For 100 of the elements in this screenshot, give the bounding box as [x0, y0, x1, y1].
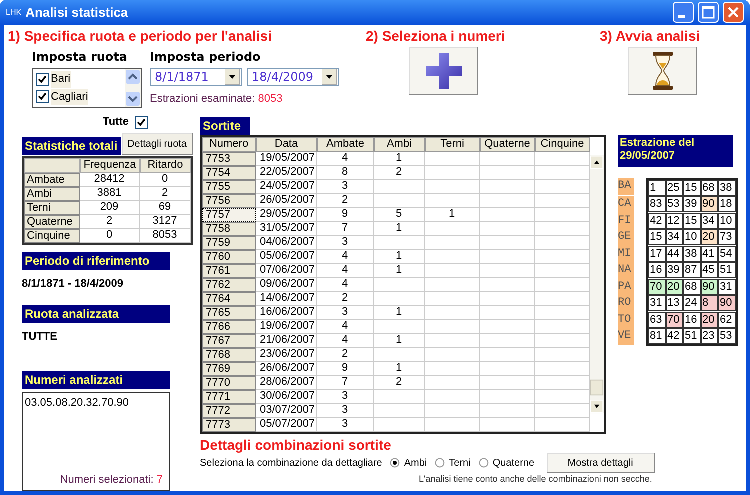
- row-header[interactable]: 7768: [202, 348, 256, 362]
- wheel-details-button[interactable]: Dettagli ruota: [122, 133, 193, 155]
- table-cell: 4: [317, 320, 374, 334]
- table-cell: [374, 320, 425, 334]
- row-header[interactable]: 7771: [202, 390, 256, 404]
- table-cell: [425, 152, 480, 166]
- table-cell: [425, 376, 480, 390]
- table-cell: 9: [317, 208, 374, 222]
- number-cell: 15: [648, 229, 666, 245]
- row-header[interactable]: 7760: [202, 250, 256, 264]
- row-header[interactable]: 7756: [202, 194, 256, 208]
- number-cell: 42: [666, 328, 683, 344]
- wheel-name: Cagliari: [51, 88, 88, 105]
- wheel-code: RO: [618, 295, 634, 312]
- table-cell: 04/06/2007: [256, 236, 317, 250]
- row-header[interactable]: 7765: [202, 306, 256, 320]
- radio-button-icon[interactable]: [435, 458, 446, 468]
- row-header[interactable]: 7773: [202, 418, 256, 432]
- number-cell: 31: [718, 278, 736, 294]
- table-cell: 4: [317, 278, 374, 292]
- row-header[interactable]: 7755: [202, 180, 256, 194]
- radio-label[interactable]: Quaterne: [492, 456, 535, 470]
- number-cell: 23: [700, 328, 718, 344]
- row-header[interactable]: 7762: [202, 278, 256, 292]
- row-header[interactable]: 7766: [202, 320, 256, 334]
- table-cell: 209: [80, 201, 140, 215]
- numbers-list: 03.05.08.20.32.70.90: [25, 395, 167, 412]
- number-cell: 15: [683, 212, 700, 228]
- column-header: Data: [256, 137, 317, 152]
- row-header[interactable]: 7757: [202, 208, 256, 222]
- wheel-list[interactable]: Bari Cagliari: [32, 68, 142, 108]
- table-cell: [425, 390, 480, 404]
- table-cell: [480, 194, 535, 208]
- row-header[interactable]: 7753: [202, 152, 256, 166]
- table-cell: [480, 376, 535, 390]
- table-cell: [480, 390, 535, 404]
- row-header[interactable]: 7754: [202, 166, 256, 180]
- maximize-icon[interactable]: [698, 2, 719, 23]
- table-cell: [425, 180, 480, 194]
- row-header[interactable]: 7770: [202, 376, 256, 390]
- column-header: Quaterne: [480, 137, 535, 152]
- table-cell: [425, 348, 480, 362]
- table-cell: [480, 334, 535, 348]
- table-cell: 05/06/2007: [256, 250, 317, 264]
- table-cell: 2: [374, 166, 425, 180]
- table-cell: [480, 278, 535, 292]
- radio-label[interactable]: Ambi: [404, 456, 428, 470]
- table-cell: 22/05/2007: [256, 166, 317, 180]
- radio-button-icon[interactable]: [478, 458, 489, 468]
- table-cell: [374, 404, 425, 418]
- table-cell: 3: [317, 418, 374, 432]
- table-cell: 3: [317, 236, 374, 250]
- row-header[interactable]: 7758: [202, 222, 256, 236]
- select-numbers-button[interactable]: [409, 47, 478, 95]
- table-cell: [480, 222, 535, 236]
- number-cell: 51: [683, 328, 700, 344]
- number-cell: 15: [683, 180, 700, 196]
- start-date-dropdown[interactable]: 8/1/1871: [150, 68, 242, 86]
- section-header: Ruota analizzata: [22, 304, 170, 322]
- checkbox[interactable]: [36, 90, 49, 104]
- table-cell: 7: [317, 376, 374, 390]
- number-cell: 8: [700, 295, 718, 311]
- table-cell: [374, 236, 425, 250]
- row-header[interactable]: 7759: [202, 236, 256, 250]
- end-date-dropdown[interactable]: 18/4/2009: [247, 68, 339, 86]
- number-cell: 42: [648, 212, 666, 228]
- number-cell: 73: [718, 229, 736, 245]
- table-cell: 2: [80, 215, 140, 229]
- table-cell: 0: [140, 173, 191, 187]
- number-cell: 39: [683, 196, 700, 212]
- number-cell: 81: [648, 328, 666, 344]
- close-icon[interactable]: [723, 2, 744, 23]
- wheel-code: CA: [618, 196, 634, 212]
- combination-prompt: Seleziona la combinazione da dettagliare: [200, 456, 382, 470]
- wheel-code: TO: [618, 312, 634, 328]
- select-all-checkbox[interactable]: [135, 116, 148, 128]
- row-header: Ambi: [24, 187, 80, 201]
- scrollbar[interactable]: [125, 69, 141, 107]
- row-header[interactable]: 7761: [202, 264, 256, 278]
- row-header: Terni: [24, 201, 80, 215]
- row-header[interactable]: 7769: [202, 362, 256, 376]
- number-cell: 70: [666, 312, 683, 328]
- table-cell: [535, 418, 590, 432]
- checkbox[interactable]: [36, 72, 49, 86]
- row-header[interactable]: 7772: [202, 404, 256, 418]
- selected-count: Numeri selezionati: 7: [60, 472, 164, 488]
- row-header[interactable]: 7767: [202, 334, 256, 348]
- radio-label[interactable]: Terni: [449, 456, 471, 470]
- table-cell: [425, 418, 480, 432]
- start-analysis-button[interactable]: [628, 47, 697, 95]
- row-header: Quaterne: [24, 215, 80, 229]
- radio-button-icon[interactable]: [390, 458, 400, 468]
- minimize-icon[interactable]: [673, 2, 694, 23]
- table-cell: 07/06/2007: [256, 264, 317, 278]
- table-cell: 16/06/2007: [256, 306, 317, 320]
- wheel-code: VE: [618, 328, 634, 344]
- show-details-button[interactable]: Mostra dettagli: [546, 453, 655, 473]
- number-cell: 68: [700, 180, 718, 196]
- row-header[interactable]: 7764: [202, 292, 256, 306]
- number-cell: 90: [718, 295, 736, 311]
